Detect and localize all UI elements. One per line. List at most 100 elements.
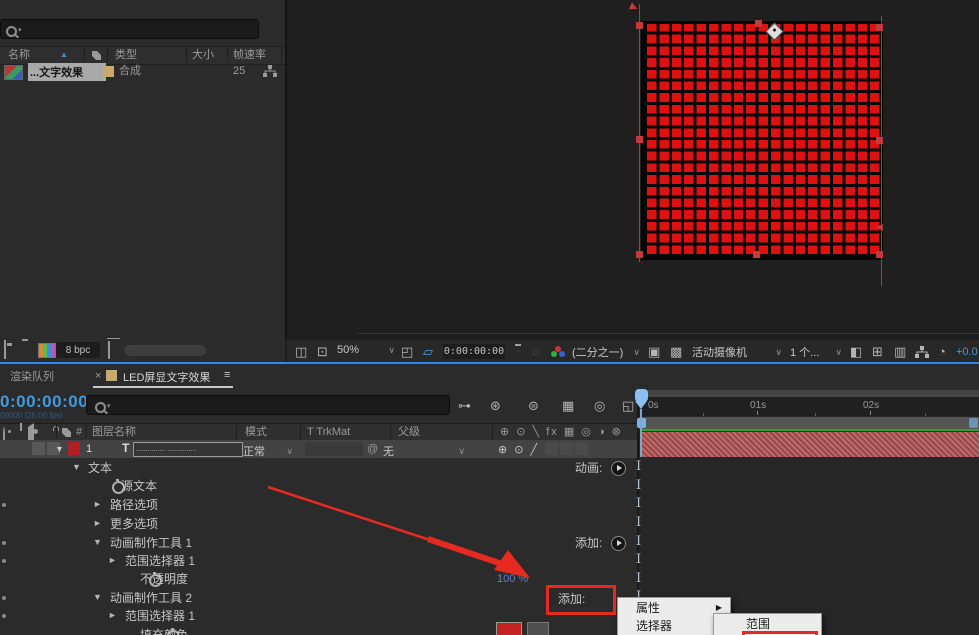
- draft-3d-icon[interactable]: ⊛: [490, 399, 501, 412]
- selection-handle[interactable]: [876, 24, 883, 31]
- prop-animator-1[interactable]: 动画制作工具 1: [110, 536, 192, 550]
- parent-pickwhip-icon[interactable]: @: [367, 443, 378, 455]
- selection-handle[interactable]: [636, 251, 643, 258]
- layer-switches[interactable]: ⊕ ⊙ ╱: [498, 443, 539, 456]
- animate-button[interactable]: 动画:: [575, 461, 602, 475]
- hide-shy-layers-icon[interactable]: ⊜: [528, 399, 539, 412]
- project-search-input[interactable]: ▾: [0, 19, 259, 39]
- twirl-icon[interactable]: ►: [108, 556, 117, 565]
- fill-color-picker-icon[interactable]: [527, 622, 549, 635]
- frame-blending-icon[interactable]: ▦: [562, 399, 574, 412]
- visibility-dot[interactable]: [2, 541, 6, 545]
- visibility-dot[interactable]: [2, 614, 6, 618]
- grid-guides-icon[interactable]: ◰: [401, 345, 413, 358]
- graph-editor-icon[interactable]: ◱: [622, 399, 634, 412]
- column-trkmat[interactable]: T TrkMat: [307, 426, 350, 439]
- bit-depth-button[interactable]: 8 bpc: [56, 342, 100, 358]
- blend-mode-select[interactable]: 正常 ∨: [243, 443, 293, 459]
- layer-duration-bar[interactable]: [641, 432, 979, 457]
- twirl-icon[interactable]: ▼: [93, 593, 102, 602]
- selection-handle[interactable]: [636, 136, 643, 143]
- pixel-aspect-icon[interactable]: ⊞: [872, 345, 883, 358]
- layers-icon[interactable]: ◫: [295, 345, 307, 358]
- target-region-icon[interactable]: ▣: [648, 345, 660, 358]
- fill-color-swatch[interactable]: [496, 622, 522, 635]
- trkmat-cell[interactable]: [305, 442, 363, 456]
- prop-source-text[interactable]: 源文本: [121, 479, 157, 493]
- selection-handle[interactable]: [755, 20, 762, 27]
- prop-path-options[interactable]: 路径选项: [110, 498, 158, 512]
- zoom-select[interactable]: 50% ∨: [337, 344, 395, 356]
- project-scrollbar[interactable]: [124, 345, 206, 356]
- reset-exposure-icon[interactable]: ◔: [938, 345, 946, 358]
- switch-cell[interactable]: [545, 442, 558, 455]
- visibility-dot[interactable]: [2, 596, 6, 600]
- selection-handle[interactable]: [753, 251, 760, 258]
- time-ruler[interactable]: [639, 397, 979, 416]
- transparency-grid-icon[interactable]: ▩: [670, 345, 682, 358]
- column-index[interactable]: #: [76, 426, 82, 439]
- layer-name-field[interactable]: ............... ...............: [133, 442, 243, 457]
- flowchart-view-icon[interactable]: [915, 346, 929, 359]
- viewer-timecode[interactable]: 0:00:00:00: [443, 344, 505, 359]
- composition-mini-flowchart-icon[interactable]: ⊶: [458, 399, 471, 412]
- visibility-dot[interactable]: [2, 503, 6, 507]
- playhead-caret[interactable]: [635, 401, 647, 409]
- prop-animator-2[interactable]: 动画制作工具 2: [110, 591, 192, 605]
- project-item-row[interactable]: ...文字效果 合成 25: [0, 63, 285, 82]
- twirl-icon[interactable]: ►: [108, 611, 117, 620]
- project-item-name[interactable]: ...文字效果: [28, 63, 106, 81]
- prop-opacity[interactable]: 不透明度: [140, 572, 188, 586]
- view-layout-icon[interactable]: ◧: [850, 345, 862, 358]
- prop-text[interactable]: 文本: [88, 461, 112, 475]
- motion-blur-icon[interactable]: ◎: [594, 399, 605, 412]
- tab-render-queue[interactable]: 渲染队列: [10, 371, 54, 384]
- layer-color-swatch[interactable]: [68, 442, 80, 455]
- work-area-end-handle[interactable]: [969, 418, 978, 428]
- selection-handle[interactable]: [876, 137, 883, 144]
- visibility-dot[interactable]: [2, 559, 6, 563]
- exposure-value[interactable]: +0.0: [956, 346, 978, 358]
- tab-composition[interactable]: × LED屏显文字效果 ≡: [88, 364, 238, 388]
- solo-icon[interactable]: [33, 429, 38, 434]
- column-parent[interactable]: 父级: [398, 426, 420, 439]
- panel-menu-icon[interactable]: ≡: [224, 369, 230, 381]
- trash-icon[interactable]: [108, 341, 110, 359]
- column-layer-name[interactable]: 图层名称: [92, 426, 136, 439]
- monitor-icon[interactable]: ⊡: [317, 345, 328, 358]
- prop-range-selector-1[interactable]: 范围选择器 1: [125, 554, 195, 568]
- view-count-select[interactable]: 1 个... ∨: [790, 344, 842, 360]
- column-mode[interactable]: 模式: [245, 426, 267, 439]
- switch-cell[interactable]: [575, 442, 588, 455]
- selection-handle[interactable]: [636, 22, 643, 29]
- column-framerate[interactable]: 帧速率: [233, 49, 266, 62]
- selection-handle[interactable]: [876, 251, 883, 258]
- show-snapshot-icon[interactable]: ◌: [532, 345, 540, 358]
- layer-twirl-icon[interactable]: ▼: [55, 444, 64, 454]
- add-button[interactable]: 添加:: [575, 536, 602, 550]
- new-composition-icon[interactable]: [38, 343, 56, 358]
- interpret-footage-icon[interactable]: [4, 340, 6, 359]
- work-area-bar[interactable]: [639, 417, 979, 429]
- opacity-value[interactable]: 100 %: [497, 573, 528, 585]
- label-color-swatch[interactable]: [103, 66, 114, 77]
- led-grid-layer[interactable]: [641, 21, 883, 260]
- show-channel-icon[interactable]: [551, 346, 565, 358]
- timeline-h-scrollbar[interactable]: [639, 390, 979, 397]
- prop-more-options[interactable]: 更多选项: [110, 517, 158, 531]
- animate-menu-icon[interactable]: [611, 461, 626, 476]
- timeline-search-input[interactable]: ▾: [86, 395, 450, 415]
- resolution-select[interactable]: (二分之一) ∨: [572, 344, 640, 360]
- add-menu-icon[interactable]: [611, 536, 626, 551]
- switch-cell[interactable]: [560, 442, 573, 455]
- prop-range-selector-1b[interactable]: 范围选择器 1: [125, 609, 195, 623]
- video-toggle-cell[interactable]: [32, 442, 45, 455]
- twirl-icon[interactable]: ▼: [72, 463, 81, 472]
- playhead-line[interactable]: [640, 409, 642, 457]
- timeline-graph-icon[interactable]: ▥: [894, 345, 906, 358]
- sort-ascending-icon[interactable]: ▲: [60, 50, 68, 59]
- twirl-icon[interactable]: ▼: [93, 538, 102, 547]
- parent-select[interactable]: 无 ∨: [383, 443, 465, 459]
- column-type[interactable]: 类型: [115, 49, 137, 62]
- close-icon[interactable]: ×: [95, 370, 101, 383]
